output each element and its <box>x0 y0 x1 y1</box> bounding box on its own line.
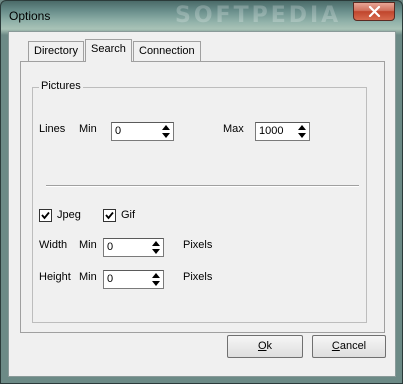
height-min-value: 0 <box>107 273 114 285</box>
spin-up-icon[interactable] <box>150 240 162 247</box>
watermark: SOFTPEDIA <box>175 3 342 28</box>
spin-down-icon[interactable] <box>150 280 162 287</box>
width-min-spinner[interactable]: 0 <box>103 238 164 257</box>
title-bar[interactable]: SOFTPEDIA Options <box>1 1 402 31</box>
spin-down-icon[interactable] <box>296 132 308 139</box>
width-min-value: 0 <box>107 241 114 253</box>
height-min-spinner[interactable]: 0 <box>103 270 164 289</box>
lines-min-label: Min <box>79 123 97 135</box>
ok-mnemonic: O <box>257 340 267 352</box>
width-min-label: Min <box>79 239 97 251</box>
tab-directory[interactable]: Directory <box>28 41 85 61</box>
search-tab-panel: Pictures Lines Min 0 Max 1000 Jpeg Gif W… <box>20 61 385 333</box>
cancel-label-rest: ancel <box>339 340 367 352</box>
lines-min-spinner[interactable]: 0 <box>111 122 174 141</box>
gif-label: Gif <box>121 209 136 221</box>
tab-search[interactable]: Search <box>85 39 132 63</box>
checkmark-icon <box>41 211 50 220</box>
lines-max-label: Max <box>223 123 244 135</box>
checkmark-icon <box>105 211 114 220</box>
spin-down-icon[interactable] <box>160 132 172 139</box>
separator <box>46 185 359 187</box>
close-icon <box>368 6 381 17</box>
tab-connection[interactable]: Connection <box>133 41 201 61</box>
jpeg-checkbox[interactable] <box>39 209 52 222</box>
options-window: SOFTPEDIA Options Directory Search Conne… <box>0 0 403 384</box>
gif-checkbox[interactable] <box>103 209 116 222</box>
height-label: Height <box>39 271 71 283</box>
dialog-client: Directory Search Connection Pictures Lin… <box>8 31 396 377</box>
pictures-groupbox: Pictures Lines Min 0 Max 1000 Jpeg Gif W… <box>32 80 367 323</box>
height-unit-label: Pixels <box>183 271 213 283</box>
pictures-legend: Pictures <box>39 80 83 92</box>
spin-up-icon[interactable] <box>150 272 162 279</box>
ok-label-rest: k <box>266 340 273 352</box>
cancel-mnemonic: C <box>331 340 340 352</box>
lines-min-value: 0 <box>115 125 122 137</box>
cancel-button[interactable]: Cancel <box>312 335 386 358</box>
height-min-label: Min <box>79 271 97 283</box>
width-label: Width <box>39 239 68 251</box>
close-button[interactable] <box>353 2 395 21</box>
ok-button[interactable]: Ok <box>227 335 303 358</box>
spin-down-icon[interactable] <box>150 248 162 255</box>
lines-max-value: 1000 <box>259 125 284 137</box>
width-unit-label: Pixels <box>183 239 213 251</box>
window-title: Options <box>9 9 51 23</box>
jpeg-label: Jpeg <box>57 209 81 221</box>
spin-up-icon[interactable] <box>160 124 172 131</box>
lines-label: Lines <box>39 123 66 135</box>
lines-max-spinner[interactable]: 1000 <box>255 122 310 141</box>
spin-up-icon[interactable] <box>296 124 308 131</box>
